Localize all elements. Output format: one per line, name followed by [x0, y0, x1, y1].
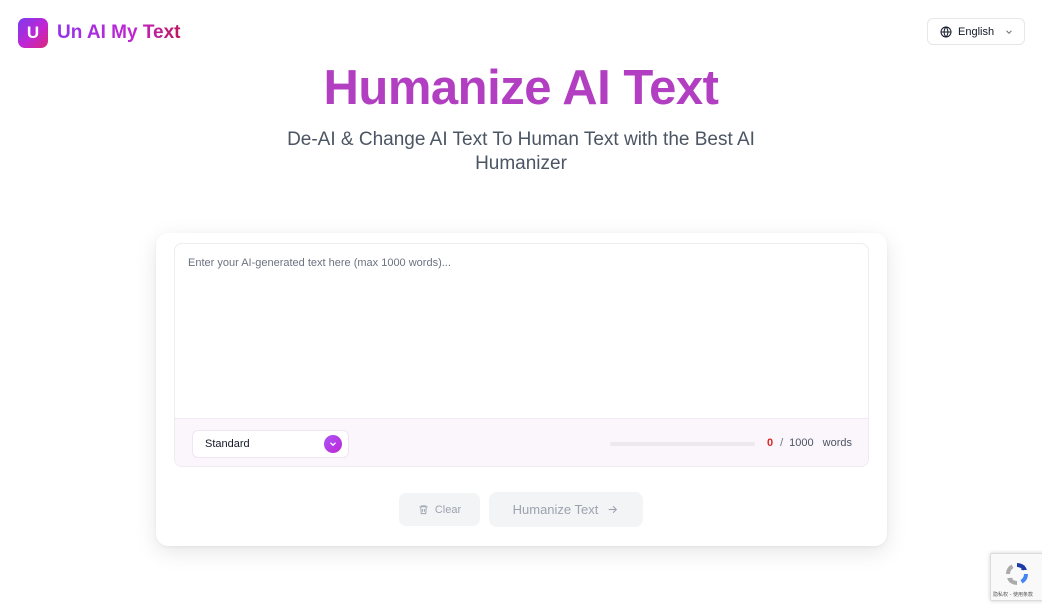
page-subtitle: De-AI & Change AI Text To Human Text wit…	[287, 129, 755, 174]
editor-footer: Standard 0 / 1000 words	[175, 418, 868, 466]
brand-name: Un AI My Text	[57, 22, 181, 43]
recaptcha-footer[interactable]: 隐私权 - 使用条款	[993, 591, 1033, 598]
humanize-button-label: Humanize Text	[512, 502, 599, 517]
ai-text-input[interactable]	[175, 244, 868, 420]
page-title: Humanize AI Text	[323, 61, 719, 115]
word-count: 0 / 1000 words	[767, 437, 852, 449]
trash-icon	[418, 504, 429, 515]
clear-button[interactable]: Clear	[399, 493, 480, 526]
text-editor: Standard 0 / 1000 words	[174, 243, 869, 467]
humanize-button[interactable]: Humanize Text	[489, 492, 643, 527]
mode-select-value: Standard	[205, 438, 250, 450]
language-selector[interactable]: English	[927, 18, 1025, 45]
chevron-down-icon	[324, 435, 342, 453]
word-count-max: 1000	[789, 437, 814, 449]
recaptcha-badge[interactable]: 隐私权 - 使用条款	[990, 553, 1042, 601]
word-count-progress	[610, 442, 755, 446]
page: U Un AI My Text English Humanize AI Text…	[0, 0, 1042, 610]
brand[interactable]: U Un AI My Text	[18, 18, 181, 48]
mode-select[interactable]: Standard	[192, 430, 349, 458]
clear-button-label: Clear	[434, 503, 462, 516]
humanizer-card: Standard 0 / 1000 words	[156, 233, 887, 546]
word-count-unit: words	[822, 437, 852, 449]
chevron-down-icon	[1004, 27, 1014, 37]
word-count-current: 0	[766, 437, 774, 449]
word-count-separator: /	[780, 437, 784, 449]
arrow-right-icon	[606, 503, 619, 516]
recaptcha-icon	[1003, 560, 1031, 588]
brand-logo: U	[18, 18, 48, 48]
language-label: English	[958, 25, 995, 38]
globe-icon	[940, 25, 952, 38]
